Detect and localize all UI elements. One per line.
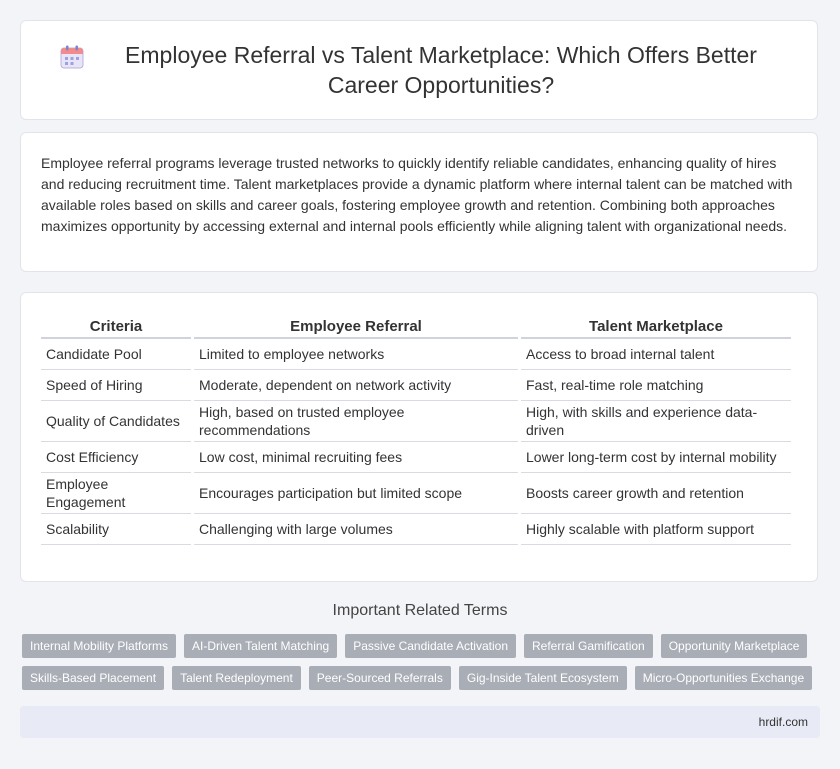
table-cell: Limited to employee networks (194, 339, 518, 370)
term-tag[interactable]: Passive Candidate Activation (345, 634, 516, 658)
table-cell: Low cost, minimal recruiting fees (194, 442, 518, 473)
term-tag[interactable]: Talent Redeployment (172, 666, 301, 690)
table-row: Scalability Challenging with large volum… (41, 514, 791, 545)
header-criteria: Criteria (41, 315, 191, 339)
table-cell: High, based on trusted employee recommen… (194, 401, 518, 442)
header-employee-referral: Employee Referral (194, 315, 518, 339)
table-cell: High, with skills and experience data-dr… (521, 401, 791, 442)
page-title: Employee Referral vs Talent Marketplace:… (125, 42, 757, 98)
table-cell: Boosts career growth and retention (521, 473, 791, 514)
related-terms-title: Important Related Terms (332, 602, 508, 619)
comparison-table: Criteria Employee Referral Talent Market… (38, 315, 794, 545)
table-cell: Encourages participation but limited sco… (194, 473, 518, 514)
term-tag[interactable]: Gig-Inside Talent Ecosystem (458, 666, 627, 690)
term-tag[interactable]: Opportunity Marketplace (660, 634, 808, 658)
intro-card: Employee referral programs leverage trus… (20, 132, 818, 272)
footer: hrdif.com (20, 706, 820, 738)
header-card: Employee Referral vs Talent Marketplace:… (20, 20, 818, 120)
term-tag[interactable]: Peer-Sourced Referrals (308, 666, 451, 690)
comparison-table-card: Criteria Employee Referral Talent Market… (20, 292, 818, 582)
table-cell: Challenging with large volumes (194, 514, 518, 545)
intro-text: Employee referral programs leverage trus… (41, 155, 793, 234)
term-tag[interactable]: Internal Mobility Platforms (22, 634, 177, 658)
term-tag[interactable]: AI-Driven Talent Matching (184, 634, 338, 658)
table-header-row: Criteria Employee Referral Talent Market… (41, 315, 791, 339)
table-cell: Moderate, dependent on network activity (194, 370, 518, 401)
tag-row-1: Internal Mobility Platforms AI-Driven Ta… (22, 634, 822, 658)
table-cell: Employee Engagement (41, 473, 191, 514)
table-row: Candidate Pool Limited to employee netwo… (41, 339, 791, 370)
term-tag[interactable]: Micro-Opportunities Exchange (634, 666, 813, 690)
term-tag[interactable]: Referral Gamification (524, 634, 653, 658)
table-cell: Lower long-term cost by internal mobilit… (521, 442, 791, 473)
table-cell: Speed of Hiring (41, 370, 191, 401)
table-cell: Cost Efficiency (41, 442, 191, 473)
table-cell: Scalability (41, 514, 191, 545)
related-terms: Internal Mobility Platforms AI-Driven Ta… (22, 634, 822, 698)
table-row: Quality of Candidates High, based on tru… (41, 401, 791, 442)
title-wrap: Employee Referral vs Talent Marketplace:… (59, 40, 779, 100)
table-cell: Quality of Candidates (41, 401, 191, 442)
term-tag[interactable]: Skills-Based Placement (22, 666, 165, 690)
table-cell: Candidate Pool (41, 339, 191, 370)
header-talent-marketplace: Talent Marketplace (521, 315, 791, 339)
table-row: Speed of Hiring Moderate, dependent on n… (41, 370, 791, 401)
footer-site-link[interactable]: hrdif.com (759, 715, 808, 729)
table-row: Employee Engagement Encourages participa… (41, 473, 791, 514)
tag-row-2: Skills-Based Placement Talent Redeployme… (22, 666, 822, 690)
table-cell: Access to broad internal talent (521, 339, 791, 370)
table-cell: Fast, real-time role matching (521, 370, 791, 401)
table-row: Cost Efficiency Low cost, minimal recrui… (41, 442, 791, 473)
calendar-icon (60, 45, 84, 69)
table-cell: Highly scalable with platform support (521, 514, 791, 545)
